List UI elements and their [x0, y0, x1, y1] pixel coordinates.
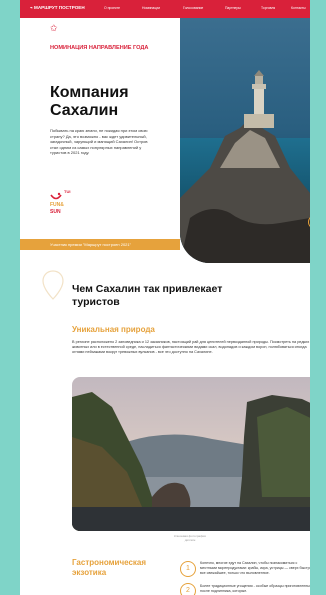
fun-logo-text: FUN& — [50, 202, 64, 208]
site-logo[interactable]: ⌁ МАРШРУТ ПОСТРОЕН — [30, 5, 85, 11]
nomination-label: НОМИНАЦИЯ НАПРАВЛЕНИЕ ГОДА — [50, 45, 149, 51]
nav-item-nominations[interactable]: Номинации — [142, 6, 160, 10]
location-pin-icon — [42, 270, 64, 300]
nav-item-partners[interactable]: Партнеры — [225, 6, 241, 10]
fun-and-sun-logo: FUN& SUN — [50, 202, 72, 218]
gastronomy-item-text: Более традиционные угощения - особые обр… — [200, 584, 310, 593]
hero-description: Побывать на краю земли, не покидая при э… — [50, 128, 148, 156]
star-icon: ✩ — [50, 23, 58, 33]
photo-caption: Ключевая фотография диплом — [174, 534, 206, 542]
coast-photo — [72, 377, 310, 531]
tui-smile-icon — [50, 192, 62, 200]
item-number-badge: 2 — [180, 583, 196, 595]
subtitle-nature: Уникальная природа — [72, 325, 155, 334]
item-number-badge: 1 — [180, 561, 196, 577]
lighthouse-photo — [180, 18, 310, 263]
tui-logo-text: TUI — [64, 189, 71, 194]
page-title: Компания Сахалин — [50, 84, 129, 119]
subtitle-gastronomy: Гастрономическая экзотика — [72, 558, 147, 577]
participant-banner-text: Участник премии "Маршрут построен 2021" — [50, 242, 132, 247]
participant-banner: Участник премии "Маршрут построен 2021" — [20, 239, 180, 250]
page: ⌁ МАРШРУТ ПОСТРОЕН О проекте Номинации Г… — [20, 0, 310, 595]
top-nav: ⌁ МАРШРУТ ПОСТРОЕН О проекте Номинации Г… — [20, 0, 310, 18]
sun-logo-text: SUN — [50, 209, 61, 215]
nav-item-contacts[interactable]: Контакты — [291, 6, 306, 10]
nav-item-about[interactable]: О проекте — [104, 6, 120, 10]
gastronomy-item-text: Конечно, многие едут на Сахалин, чтобы п… — [200, 561, 310, 575]
nav-item-voting[interactable]: Голосование — [183, 6, 203, 10]
section-title: Чем Сахалин так привлекает туристов — [72, 283, 223, 308]
nav-item-trade[interactable]: Торговля — [261, 6, 275, 10]
nature-paragraph: В регионе расположено 2 заповедника и 12… — [72, 340, 310, 354]
tui-logo: TUI — [50, 188, 71, 200]
